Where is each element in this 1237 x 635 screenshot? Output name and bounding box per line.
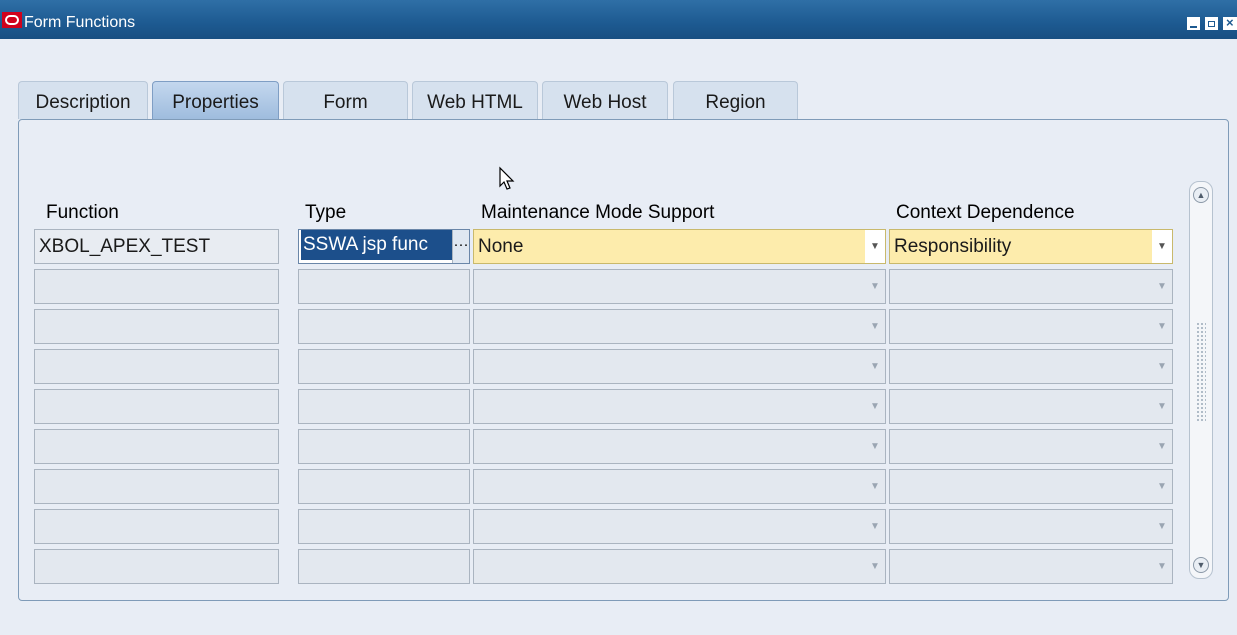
function-field[interactable] — [34, 389, 279, 424]
maintenance-mode-select[interactable]: ▼ — [473, 509, 886, 544]
function-field[interactable]: XBOL_APEX_TEST — [34, 229, 279, 264]
vertical-scrollbar[interactable]: ▲ ▼ — [1189, 181, 1213, 579]
type-field[interactable] — [298, 349, 470, 384]
type-field[interactable] — [298, 509, 470, 544]
chevron-down-icon[interactable]: ▼ — [865, 550, 885, 583]
scroll-grip[interactable] — [1196, 322, 1206, 422]
context-dependence-select[interactable]: ▼ — [889, 389, 1173, 424]
context-dependence-select[interactable]: ▼ — [889, 509, 1173, 544]
minimize-icon[interactable] — [1187, 17, 1200, 30]
chevron-down-icon[interactable]: ▼ — [1152, 510, 1172, 543]
type-field[interactable] — [298, 269, 470, 304]
tab-form[interactable]: Form — [283, 81, 408, 119]
chevron-down-icon[interactable]: ▼ — [865, 510, 885, 543]
chevron-down-icon[interactable]: ▼ — [865, 390, 885, 423]
context-dependence-select[interactable]: ▼ — [889, 429, 1173, 464]
maintenance-mode-select[interactable]: ▼ — [473, 549, 886, 584]
chevron-down-icon[interactable]: ▼ — [865, 310, 885, 343]
maintenance-mode-value: None — [478, 236, 524, 257]
maintenance-mode-select[interactable]: None ▼ — [473, 229, 886, 264]
type-field[interactable] — [298, 469, 470, 504]
tab-properties[interactable]: Properties — [152, 81, 279, 121]
chevron-down-icon[interactable]: ▼ — [1152, 230, 1172, 263]
function-field[interactable] — [34, 469, 279, 504]
type-field-value: SSWA jsp func — [301, 230, 453, 260]
function-field[interactable] — [34, 549, 279, 584]
context-dependence-select[interactable]: ▼ — [889, 349, 1173, 384]
type-field[interactable] — [298, 429, 470, 464]
chevron-down-icon[interactable]: ▼ — [1152, 270, 1172, 303]
context-dependence-select[interactable]: ▼ — [889, 469, 1173, 504]
mouse-pointer-icon — [499, 166, 515, 190]
column-header-maintenance-mode: Maintenance Mode Support — [481, 202, 715, 223]
window-title: Form Functions — [24, 14, 136, 31]
chevron-down-icon[interactable]: ▼ — [865, 270, 885, 303]
maintenance-mode-select[interactable]: ▼ — [473, 309, 886, 344]
close-icon[interactable] — [1223, 15, 1237, 30]
column-header-type: Type — [305, 202, 347, 223]
context-dependence-select[interactable]: ▼ — [889, 549, 1173, 584]
tab-region[interactable]: Region — [673, 81, 798, 119]
type-field[interactable] — [298, 549, 470, 584]
scroll-up-icon[interactable]: ▲ — [1193, 187, 1209, 203]
function-field[interactable] — [34, 509, 279, 544]
type-field[interactable] — [298, 389, 470, 424]
tab-web-html[interactable]: Web HTML — [412, 81, 538, 119]
column-header-function: Function — [46, 202, 119, 223]
chevron-down-icon[interactable]: ▼ — [1152, 430, 1172, 463]
maximize-icon[interactable] — [1205, 17, 1218, 30]
maintenance-mode-select[interactable]: ▼ — [473, 469, 886, 504]
chevron-down-icon[interactable]: ▼ — [1152, 550, 1172, 583]
column-header-context-dependence: Context Dependence — [896, 202, 1075, 223]
function-field[interactable] — [34, 349, 279, 384]
chevron-down-icon[interactable]: ▼ — [865, 430, 885, 463]
oracle-logo-icon — [2, 12, 22, 28]
maintenance-mode-select[interactable]: ▼ — [473, 269, 886, 304]
tab-description[interactable]: Description — [18, 81, 148, 119]
function-field[interactable] — [34, 269, 279, 304]
chevron-down-icon[interactable]: ▼ — [865, 470, 885, 503]
chevron-down-icon[interactable]: ▼ — [1152, 470, 1172, 503]
chevron-down-icon[interactable]: ▼ — [1152, 310, 1172, 343]
chevron-down-icon[interactable]: ▼ — [1152, 390, 1172, 423]
maintenance-mode-select[interactable]: ▼ — [473, 349, 886, 384]
maintenance-mode-select[interactable]: ▼ — [473, 389, 886, 424]
function-field[interactable] — [34, 429, 279, 464]
tab-web-host[interactable]: Web Host — [542, 81, 668, 119]
context-dependence-value: Responsibility — [894, 236, 1012, 257]
context-dependence-select[interactable]: ▼ — [889, 309, 1173, 344]
ellipsis-icon[interactable]: ··· — [452, 230, 469, 263]
chevron-down-icon[interactable]: ▼ — [865, 350, 885, 383]
scroll-down-icon[interactable]: ▼ — [1193, 557, 1209, 573]
maintenance-mode-select[interactable]: ▼ — [473, 429, 886, 464]
function-field[interactable] — [34, 309, 279, 344]
chevron-down-icon[interactable]: ▼ — [865, 230, 885, 263]
context-dependence-select[interactable]: ▼ — [889, 269, 1173, 304]
context-dependence-select[interactable]: Responsibility ▼ — [889, 229, 1173, 264]
chevron-down-icon[interactable]: ▼ — [1152, 350, 1172, 383]
type-field[interactable] — [298, 309, 470, 344]
window-titlebar: Form Functions — [0, 0, 1237, 39]
type-field[interactable]: SSWA jsp func ··· — [298, 229, 470, 264]
